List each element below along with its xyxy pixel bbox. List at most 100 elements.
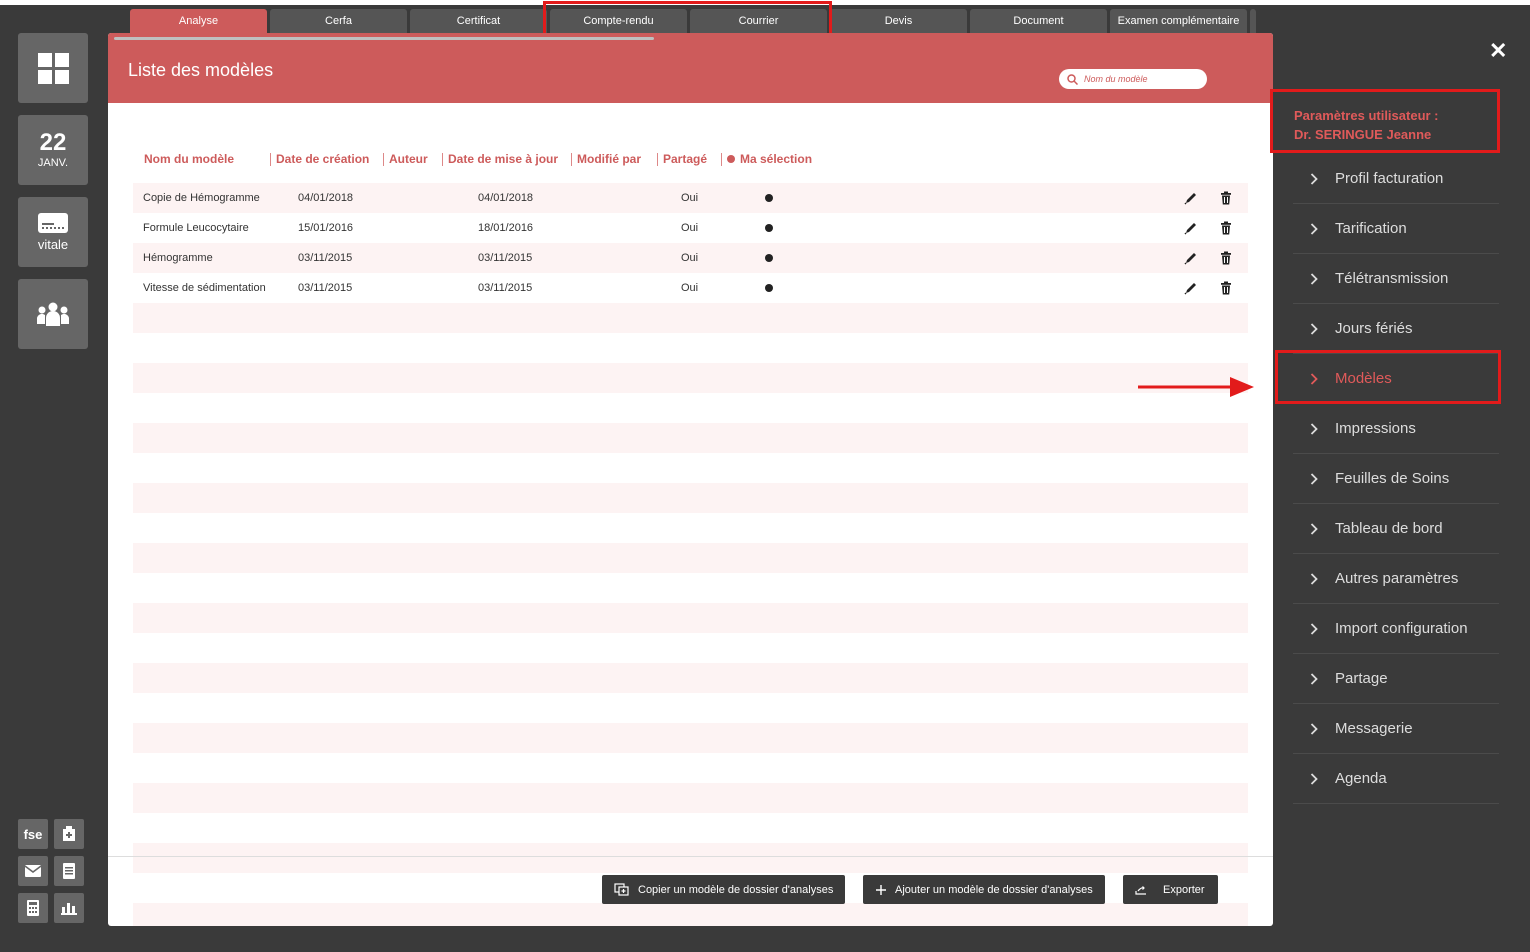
table-row[interactable]: Vitesse de sédimentation 03/11/2015 03/1… bbox=[133, 273, 1248, 303]
cell-created: 04/01/2018 bbox=[298, 192, 354, 204]
chevron-right-icon bbox=[1293, 322, 1335, 335]
menu-item-partage[interactable]: Partage bbox=[1293, 654, 1499, 704]
cell-created: 03/11/2015 bbox=[298, 252, 353, 264]
menu-item-agenda[interactable]: Agenda bbox=[1293, 754, 1499, 804]
menu-item-autres-parametres[interactable]: Autres paramètres bbox=[1293, 554, 1499, 604]
menu-item-label: Profil facturation bbox=[1335, 170, 1444, 187]
column-header-partage[interactable]: Partagé bbox=[663, 152, 707, 166]
table-row[interactable]: Copie de Hémogramme 04/01/2018 04/01/201… bbox=[133, 183, 1248, 213]
column-header-nom[interactable]: Nom du modèle bbox=[144, 152, 234, 166]
cell-shared: Oui bbox=[681, 282, 699, 294]
vitale-tile[interactable]: vitale bbox=[18, 197, 88, 267]
calculator-button[interactable] bbox=[18, 893, 48, 923]
tab-document[interactable]: Document bbox=[970, 9, 1107, 33]
tab-scroll-indicator[interactable] bbox=[114, 37, 654, 40]
document-icon bbox=[63, 863, 75, 879]
edit-icon[interactable] bbox=[1183, 280, 1199, 296]
settings-menu: Profil facturation Tarification Télétran… bbox=[1293, 154, 1499, 804]
menu-item-label: Agenda bbox=[1335, 770, 1387, 787]
menu-item-messagerie[interactable]: Messagerie bbox=[1293, 704, 1499, 754]
mail-button[interactable] bbox=[18, 856, 48, 886]
trash-icon[interactable] bbox=[1218, 280, 1234, 296]
empty-row bbox=[133, 573, 1248, 603]
cell-name: Copie de Hémogramme bbox=[143, 192, 260, 204]
edit-icon[interactable] bbox=[1183, 190, 1199, 206]
menu-item-profil-facturation[interactable]: Profil facturation bbox=[1293, 154, 1499, 204]
tab-overflow[interactable] bbox=[1250, 9, 1256, 33]
menu-item-tableau-de-bord[interactable]: Tableau de bord bbox=[1293, 504, 1499, 554]
copy-model-button[interactable]: Copier un modèle de dossier d'analyses bbox=[602, 875, 846, 904]
column-header-date-maj[interactable]: Date de mise à jour bbox=[448, 152, 558, 166]
vitale-label: vitale bbox=[37, 236, 69, 252]
calculator-icon bbox=[27, 900, 39, 916]
menu-item-feuilles-de-soins[interactable]: Feuilles de Soins bbox=[1293, 454, 1499, 504]
cell-updated: 03/11/2015 bbox=[478, 252, 533, 264]
edit-icon[interactable] bbox=[1183, 220, 1199, 236]
column-header-modifie-par[interactable]: Modifié par bbox=[577, 152, 641, 166]
search-input[interactable] bbox=[1084, 74, 1194, 84]
tab-devis[interactable]: Devis bbox=[830, 9, 967, 33]
chevron-right-icon bbox=[1293, 472, 1335, 485]
patients-tile[interactable] bbox=[18, 279, 88, 349]
edit-icon[interactable] bbox=[1183, 250, 1199, 266]
empty-row bbox=[133, 423, 1248, 453]
document-button[interactable] bbox=[54, 856, 84, 886]
menu-item-label: Télétransmission bbox=[1335, 270, 1449, 287]
grid-icon bbox=[37, 52, 69, 84]
table-row[interactable]: Formule Leucocytaire 15/01/2016 18/01/20… bbox=[133, 213, 1248, 243]
empty-row bbox=[133, 393, 1248, 423]
export-button[interactable]: Exporter bbox=[1123, 875, 1218, 904]
group-icon bbox=[37, 302, 69, 326]
cell-name: Vitesse de sédimentation bbox=[143, 282, 266, 294]
selection-dot-icon[interactable] bbox=[765, 284, 773, 292]
menu-item-teletransmission[interactable]: Télétransmission bbox=[1293, 254, 1499, 304]
add-model-button[interactable]: Ajouter un modèle de dossier d'analyses bbox=[863, 875, 1105, 904]
chevron-right-icon bbox=[1293, 222, 1335, 235]
empty-row bbox=[133, 663, 1248, 693]
highlight-box-modeles bbox=[1275, 350, 1501, 404]
trash-icon[interactable] bbox=[1218, 190, 1234, 206]
tab-analyse[interactable]: Analyse bbox=[130, 9, 267, 33]
column-header-ma-selection-label: Ma sélection bbox=[740, 152, 813, 166]
card-icon bbox=[38, 212, 68, 233]
search-box[interactable] bbox=[1059, 69, 1207, 89]
menu-item-label: Messagerie bbox=[1335, 720, 1413, 737]
column-header-date-creation[interactable]: Date de création bbox=[276, 152, 369, 166]
cell-created: 03/11/2015 bbox=[298, 282, 353, 294]
medical-kit-button[interactable] bbox=[54, 819, 84, 849]
menu-item-label: Import configuration bbox=[1335, 620, 1468, 637]
chevron-right-icon bbox=[1293, 672, 1335, 685]
empty-row bbox=[133, 543, 1248, 573]
user-name: Dr. SERINGUE Jeanne bbox=[1294, 127, 1432, 142]
column-header-auteur[interactable]: Auteur bbox=[389, 152, 428, 166]
dashboard-tile[interactable] bbox=[18, 33, 88, 103]
fse-button[interactable]: fse bbox=[18, 819, 48, 849]
tab-examen-complementaire[interactable]: Examen complémentaire bbox=[1110, 9, 1247, 33]
cell-updated: 18/01/2016 bbox=[478, 222, 534, 234]
tab-certificat[interactable]: Certificat bbox=[410, 9, 547, 33]
menu-item-jours-feries[interactable]: Jours fériés bbox=[1293, 304, 1499, 354]
mail-icon bbox=[25, 865, 41, 877]
empty-row bbox=[133, 783, 1248, 813]
cell-updated: 04/01/2018 bbox=[478, 192, 534, 204]
table-row[interactable]: Hémogramme 03/11/2015 03/11/2015 Oui bbox=[133, 243, 1248, 273]
copy-model-label: Copier un modèle de dossier d'analyses bbox=[638, 883, 834, 896]
trash-icon[interactable] bbox=[1218, 250, 1234, 266]
empty-row bbox=[133, 753, 1248, 783]
tab-cerfa[interactable]: Cerfa bbox=[270, 9, 407, 33]
trash-icon[interactable] bbox=[1218, 220, 1234, 236]
close-icon[interactable]: ✕ bbox=[1489, 38, 1507, 64]
selection-dot-icon[interactable] bbox=[765, 194, 773, 202]
selection-dot-icon[interactable] bbox=[765, 254, 773, 262]
chevron-right-icon bbox=[1293, 572, 1335, 585]
date-tile[interactable]: 22 JANV. bbox=[18, 115, 88, 185]
menu-item-import-configuration[interactable]: Import configuration bbox=[1293, 604, 1499, 654]
models-panel: Liste des modèles Nom du modèle Date de … bbox=[108, 33, 1273, 926]
column-separator bbox=[571, 153, 572, 166]
menu-item-impressions[interactable]: Impressions bbox=[1293, 404, 1499, 454]
selection-dot-icon[interactable] bbox=[765, 224, 773, 232]
page-title: Liste des modèles bbox=[128, 60, 274, 80]
column-header-ma-selection[interactable]: Ma sélection bbox=[727, 152, 812, 166]
menu-item-tarification[interactable]: Tarification bbox=[1293, 204, 1499, 254]
stats-button[interactable] bbox=[54, 893, 84, 923]
